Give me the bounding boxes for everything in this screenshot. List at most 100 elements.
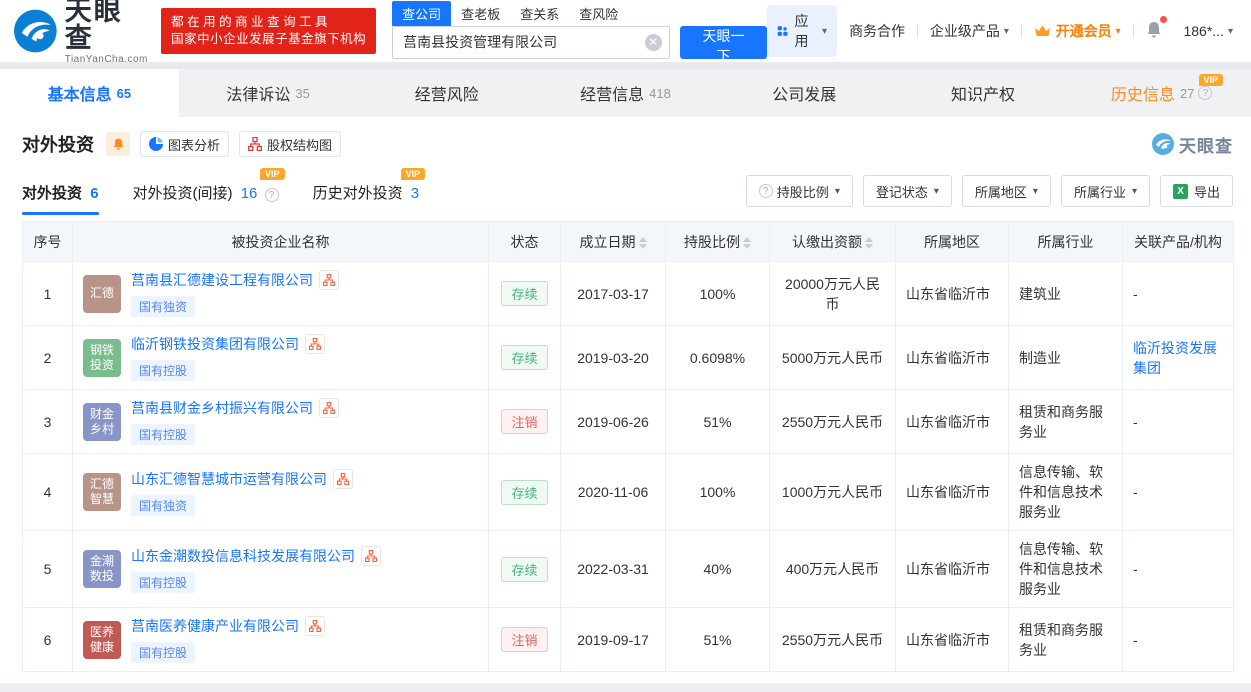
investment-subtabs: 对外投资 6 VIP 对外投资(间接) 16 ? VIP 历史对外投资 3 bbox=[22, 168, 453, 215]
tab-count: 27 bbox=[1179, 85, 1195, 101]
vip-badge: VIP bbox=[400, 168, 426, 180]
equity-chart-icon[interactable] bbox=[333, 468, 353, 489]
export-button[interactable]: X 导出 bbox=[1159, 175, 1233, 207]
ownership-tag: 国有独资 bbox=[131, 296, 196, 317]
help-icon[interactable]: ? bbox=[264, 188, 279, 202]
subtab-historical-investment[interactable]: VIP 历史对外投资 3 bbox=[313, 168, 426, 215]
watermark-label: 天眼查 bbox=[1179, 136, 1233, 156]
company-link[interactable]: 山东汇德智慧城市运营有限公司 bbox=[131, 469, 327, 489]
tab-label: 法律诉讼 bbox=[226, 87, 291, 104]
industry: 建筑业 bbox=[1008, 261, 1123, 326]
subtab-outbound-investment[interactable]: 对外投资 6 bbox=[22, 182, 99, 215]
help-icon: ? bbox=[758, 184, 773, 198]
tab-label: 知识产权 bbox=[950, 87, 1015, 104]
tianyancha-logo-icon bbox=[14, 9, 57, 53]
main-content: 对外投资 图表分析 股权结构图 天眼查 对外投资 6 VIP 对外投资(间接) … bbox=[0, 117, 1251, 672]
tab-operational-risk[interactable]: 经营风险 bbox=[357, 69, 536, 117]
investments-table: 序号 被投资企业名称 状态 成立日期 持股比例 认缴出资额 所属地区 所属行业 … bbox=[22, 221, 1234, 672]
col-header-established-date[interactable]: 成立日期 bbox=[560, 221, 666, 262]
company-tabs: 基本信息 65 法律诉讼 35 经营风险 经营信息 418 公司发展 知识产权 … bbox=[0, 69, 1251, 117]
filter-shareholding-ratio[interactable]: ? 持股比例 ▾ bbox=[745, 175, 853, 207]
table-row: 5 金潮 数投 山东金潮数投信息科技发展有限公司 国有控股 存续 2022-03… bbox=[22, 530, 1234, 608]
promo-banner: 都在用的商业查询工具 国家中小企业发展子基金旗下机构 bbox=[161, 8, 377, 54]
apps-menu[interactable]: 应用 ▾ bbox=[767, 5, 838, 57]
sort-icon[interactable] bbox=[743, 236, 751, 249]
related-product: - bbox=[1122, 607, 1234, 672]
tab-business-info[interactable]: 经营信息 418 bbox=[536, 69, 715, 117]
filter-region[interactable]: 所属地区 ▾ bbox=[961, 175, 1051, 207]
ownership-tag: 国有控股 bbox=[131, 424, 196, 445]
tab-history-info[interactable]: VIP 历史信息 27 ? bbox=[1072, 69, 1251, 117]
region: 山东省临沂市 bbox=[895, 325, 1009, 390]
help-icon[interactable]: ? bbox=[1198, 86, 1213, 100]
established-date: 2019-09-17 bbox=[560, 607, 666, 672]
equity-structure-button[interactable]: 股权结构图 bbox=[239, 131, 342, 157]
established-date: 2017-03-17 bbox=[560, 261, 666, 326]
search-tab-risk[interactable]: 查风险 bbox=[569, 1, 628, 26]
region: 山东省临沂市 bbox=[895, 607, 1009, 672]
tab-legal-proceedings[interactable]: 法律诉讼 35 bbox=[179, 69, 358, 117]
filter-industry[interactable]: 所属行业 ▾ bbox=[1060, 175, 1150, 207]
search-tab-boss[interactable]: 查老板 bbox=[451, 1, 510, 26]
col-header-ratio[interactable]: 持股比例 bbox=[665, 221, 770, 262]
notifications-button[interactable] bbox=[1133, 16, 1175, 42]
tianyancha-logo[interactable]: 天眼查 TianYanCha.com bbox=[14, 0, 149, 65]
open-vip-menu[interactable]: 开通会员 ▾ bbox=[1022, 21, 1133, 41]
clear-search-icon[interactable]: ✕ bbox=[644, 33, 662, 51]
company-link[interactable]: 莒南医养健康产业有限公司 bbox=[131, 616, 299, 636]
sort-icon[interactable] bbox=[638, 236, 647, 249]
row-index: 5 bbox=[22, 530, 73, 608]
row-index: 3 bbox=[22, 389, 73, 454]
established-date: 2019-03-20 bbox=[560, 325, 666, 390]
table-header-row: 序号 被投资企业名称 状态 成立日期 持股比例 认缴出资额 所属地区 所属行业 … bbox=[22, 221, 1234, 262]
company-avatar[interactable]: 钢铁 投资 bbox=[83, 338, 121, 377]
company-avatar[interactable]: 金潮 数投 bbox=[83, 550, 121, 588]
monitor-bell-button[interactable] bbox=[106, 132, 130, 156]
subtab-count: 6 bbox=[90, 185, 99, 202]
company-avatar[interactable]: 汇德 bbox=[83, 274, 121, 313]
chart-analysis-button[interactable]: 图表分析 bbox=[140, 131, 230, 157]
account-menu[interactable]: 186*... ▾ bbox=[1175, 23, 1237, 39]
sort-icon[interactable] bbox=[865, 236, 873, 249]
chevron-down-icon: ▾ bbox=[1227, 25, 1233, 37]
company-link[interactable]: 山东金潮数投信息科技发展有限公司 bbox=[131, 546, 355, 566]
equity-chart-icon[interactable] bbox=[319, 398, 339, 418]
search-tab-relation[interactable]: 查关系 bbox=[510, 1, 569, 26]
equity-chart-icon[interactable] bbox=[361, 545, 381, 566]
search-button[interactable]: 天眼一下 bbox=[679, 25, 768, 64]
tab-basic-info[interactable]: 基本信息 65 bbox=[0, 69, 179, 117]
apps-grid-icon bbox=[778, 26, 788, 36]
top-nav: 应用 ▾ 商务合作 企业级产品 ▾ 开通会员 ▾ 186*... ▾ bbox=[767, 5, 1237, 57]
search-input[interactable] bbox=[392, 25, 670, 59]
search-tab-company[interactable]: 查公司 bbox=[392, 0, 452, 26]
equity-chart-icon[interactable] bbox=[305, 616, 325, 636]
company-link[interactable]: 临沂钢铁投资集团有限公司 bbox=[131, 334, 299, 354]
ownership-tag: 国有控股 bbox=[131, 571, 196, 593]
business-cooperation-link[interactable]: 商务合作 bbox=[837, 21, 917, 41]
open-vip-label: 开通会员 bbox=[1055, 23, 1112, 39]
subtab-indirect-investment[interactable]: VIP 对外投资(间接) 16 ? bbox=[133, 168, 285, 215]
company-link[interactable]: 莒南县财金乡村振兴有限公司 bbox=[131, 398, 313, 418]
col-header-label: 认缴出资额 bbox=[792, 233, 862, 250]
related-product-link[interactable]: 临沂投资发展集团 bbox=[1133, 340, 1217, 376]
col-header-label: 成立日期 bbox=[579, 233, 636, 250]
col-header-amount[interactable]: 认缴出资额 bbox=[769, 221, 896, 262]
subtab-count: 3 bbox=[410, 185, 420, 202]
company-link[interactable]: 莒南县汇德建设工程有限公司 bbox=[131, 270, 313, 290]
status-badge: 注销 bbox=[501, 627, 548, 652]
enterprise-products-menu[interactable]: 企业级产品 ▾ bbox=[918, 21, 1021, 41]
company-avatar[interactable]: 汇德 智慧 bbox=[83, 473, 121, 511]
company-avatar[interactable]: 医养 健康 bbox=[83, 620, 121, 659]
vip-badge: VIP bbox=[260, 168, 285, 180]
col-header-index: 序号 bbox=[22, 221, 73, 262]
tab-intellectual-property[interactable]: 知识产权 bbox=[894, 69, 1073, 117]
chevron-down-icon: ▾ bbox=[1131, 185, 1137, 197]
equity-chart-icon[interactable] bbox=[305, 334, 325, 354]
filter-buttons: ? 持股比例 ▾ 登记状态 ▾ 所属地区 ▾ 所属行业 ▾ X 导出 bbox=[736, 175, 1233, 215]
subtab-filter-row: 对外投资 6 VIP 对外投资(间接) 16 ? VIP 历史对外投资 3 ? … bbox=[22, 168, 1233, 215]
company-avatar[interactable]: 财金 乡村 bbox=[83, 402, 121, 441]
equity-chart-icon[interactable] bbox=[319, 270, 339, 290]
filter-registration-status[interactable]: 登记状态 ▾ bbox=[862, 175, 952, 207]
industry: 信息传输、软件和信息技术服务业 bbox=[1008, 453, 1123, 531]
tab-company-development[interactable]: 公司发展 bbox=[715, 69, 894, 117]
